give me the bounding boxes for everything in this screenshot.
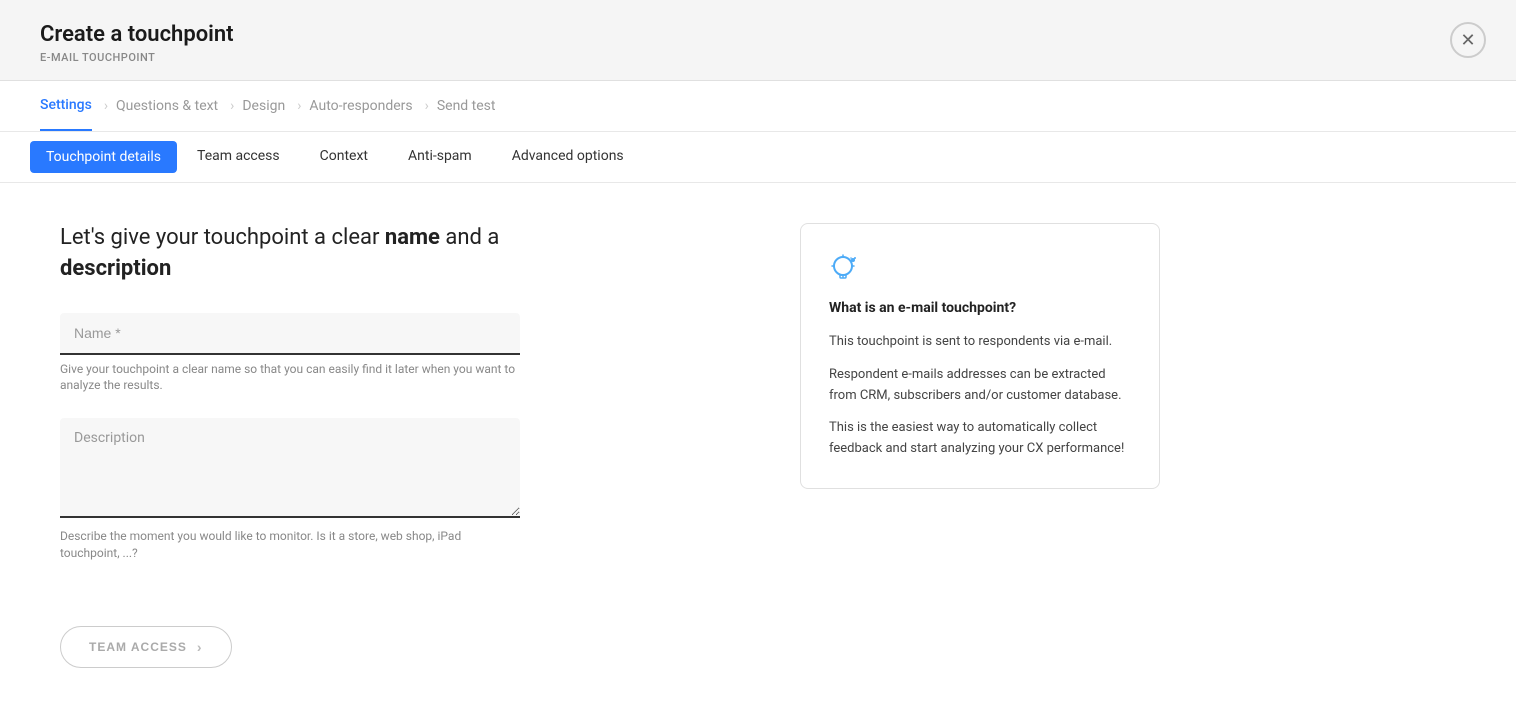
nav-sep-3: › <box>297 98 301 114</box>
info-card-para-2: Respondent e-mails addresses can be extr… <box>829 365 1131 407</box>
nav-label-questions: Questions & text <box>116 98 218 114</box>
sub-tab-antispam[interactable]: Anti-spam <box>388 132 492 182</box>
sub-tab-label-context: Context <box>320 148 368 164</box>
nav-sep-2: › <box>230 98 234 114</box>
sub-tab-team-access[interactable]: Team access <box>177 132 300 182</box>
modal-subtitle: E-MAIL TOUCHPOINT <box>40 51 1476 64</box>
nav-item-settings[interactable]: Settings <box>40 81 92 131</box>
nav-item-design[interactable]: Design <box>242 82 285 130</box>
info-card-para-1: This touchpoint is sent to respondents v… <box>829 332 1131 353</box>
name-field-hint: Give your touchpoint a clear name so tha… <box>60 361 520 395</box>
nav-item-questions[interactable]: Questions & text <box>116 82 218 130</box>
team-access-button[interactable]: TEAM ACCESS › <box>60 626 232 668</box>
content-area: Touchpoint details Team access Context A… <box>0 132 1516 720</box>
sub-tab-context[interactable]: Context <box>300 132 388 182</box>
description-field-hint: Describe the moment you would like to mo… <box>60 528 520 562</box>
name-input[interactable] <box>60 313 520 355</box>
modal-overlay: Create a touchpoint E-MAIL TOUCHPOINT ✕ … <box>0 0 1516 720</box>
form-heading: Let's give your touchpoint a clear name … <box>60 223 760 285</box>
sub-tabs: Touchpoint details Team access Context A… <box>0 132 1516 183</box>
heading-text-1: Let's give your touchpoint a clear <box>60 225 385 250</box>
sub-tab-label-advanced: Advanced options <box>512 148 624 164</box>
sub-tab-label-team: Team access <box>197 148 280 164</box>
form-section: Let's give your touchpoint a clear name … <box>60 223 760 586</box>
lightbulb-icon <box>829 252 1131 284</box>
info-card: What is an e-mail touchpoint? This touch… <box>800 223 1160 489</box>
nav-item-sendtest[interactable]: Send test <box>437 82 496 130</box>
nav-label-sendtest: Send test <box>437 98 496 114</box>
modal-header: Create a touchpoint E-MAIL TOUCHPOINT ✕ <box>0 0 1516 81</box>
nav-sep-1: › <box>104 98 108 114</box>
nav-label-autoresponders: Auto-responders <box>309 98 412 114</box>
name-form-group: Give your touchpoint a clear name so tha… <box>60 313 760 395</box>
info-card-para-3: This is the easiest way to automatically… <box>829 418 1131 460</box>
sub-tab-touchpoint-details[interactable]: Touchpoint details <box>30 141 177 173</box>
description-textarea[interactable] <box>60 418 520 518</box>
close-button[interactable]: ✕ <box>1450 22 1486 58</box>
heading-text-2: and a <box>440 225 499 250</box>
heading-bold-name: name <box>385 225 440 250</box>
sub-tab-label-details: Touchpoint details <box>46 149 161 165</box>
modal-title: Create a touchpoint <box>40 22 1476 47</box>
main-grid: Let's give your touchpoint a clear name … <box>0 183 1200 626</box>
info-card-title: What is an e-mail touchpoint? <box>829 300 1131 316</box>
heading-bold-desc: description <box>60 256 171 281</box>
nav-label-design: Design <box>242 98 285 114</box>
team-access-label: TEAM ACCESS <box>89 640 187 654</box>
footer-area: TEAM ACCESS › <box>0 626 1516 708</box>
chevron-right-icon: › <box>197 639 203 655</box>
close-icon: ✕ <box>1460 30 1475 51</box>
sub-tab-advanced[interactable]: Advanced options <box>492 132 644 182</box>
nav-sep-4: › <box>425 98 429 114</box>
top-nav: Settings › Questions & text › Design › A… <box>0 81 1516 132</box>
sub-tab-label-antispam: Anti-spam <box>408 148 472 164</box>
nav-item-autoresponders[interactable]: Auto-responders <box>309 82 412 130</box>
nav-label-settings: Settings <box>40 97 92 113</box>
description-form-group: Describe the moment you would like to mo… <box>60 418 760 562</box>
